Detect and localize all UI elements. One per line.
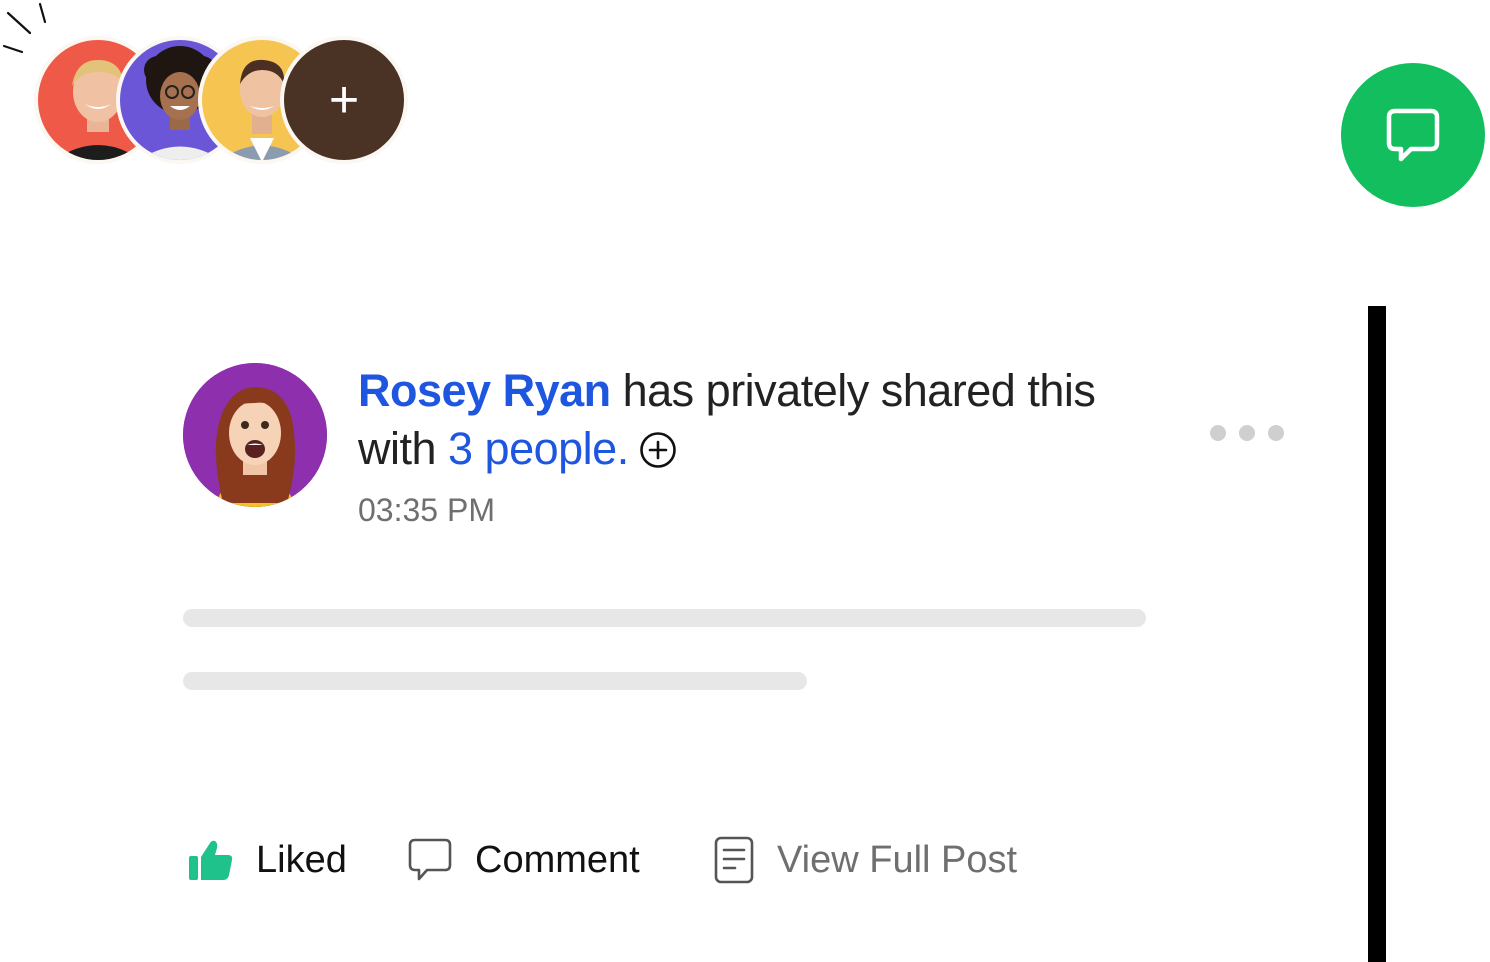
shared-people-link[interactable]: 3 people. <box>448 423 629 474</box>
view-full-post-button[interactable]: View Full Post <box>713 830 1017 890</box>
like-button[interactable]: Liked <box>188 830 347 890</box>
author-name-link[interactable]: Rosey Ryan <box>358 365 611 416</box>
content-placeholder-line <box>183 609 1146 627</box>
more-horizontal-icon <box>1239 425 1255 441</box>
thumbs-up-icon <box>189 840 233 880</box>
comment-button[interactable]: Comment <box>407 830 640 890</box>
chat-bubble-icon <box>1386 108 1440 162</box>
like-label: Liked <box>256 838 347 881</box>
scrollbar[interactable] <box>1368 306 1386 962</box>
view-full-post-label: View Full Post <box>777 838 1018 881</box>
participant-avatar-group: + <box>34 36 414 168</box>
content-placeholder-line <box>183 672 807 690</box>
add-participant-button[interactable]: + <box>280 36 408 164</box>
document-icon <box>714 836 754 884</box>
more-options-button[interactable] <box>1210 420 1284 446</box>
more-horizontal-icon <box>1210 425 1226 441</box>
post-timestamp: 03:35 PM <box>358 492 495 528</box>
plus-circle-icon[interactable] <box>639 431 677 469</box>
more-horizontal-icon <box>1268 425 1284 441</box>
comment-icon <box>408 838 452 881</box>
author-avatar[interactable] <box>183 363 327 507</box>
chat-button[interactable] <box>1341 63 1485 207</box>
post-share-text: Rosey Ryan has privately shared this wit… <box>358 362 1138 478</box>
plus-icon: + <box>328 71 360 129</box>
comment-label: Comment <box>475 838 640 881</box>
